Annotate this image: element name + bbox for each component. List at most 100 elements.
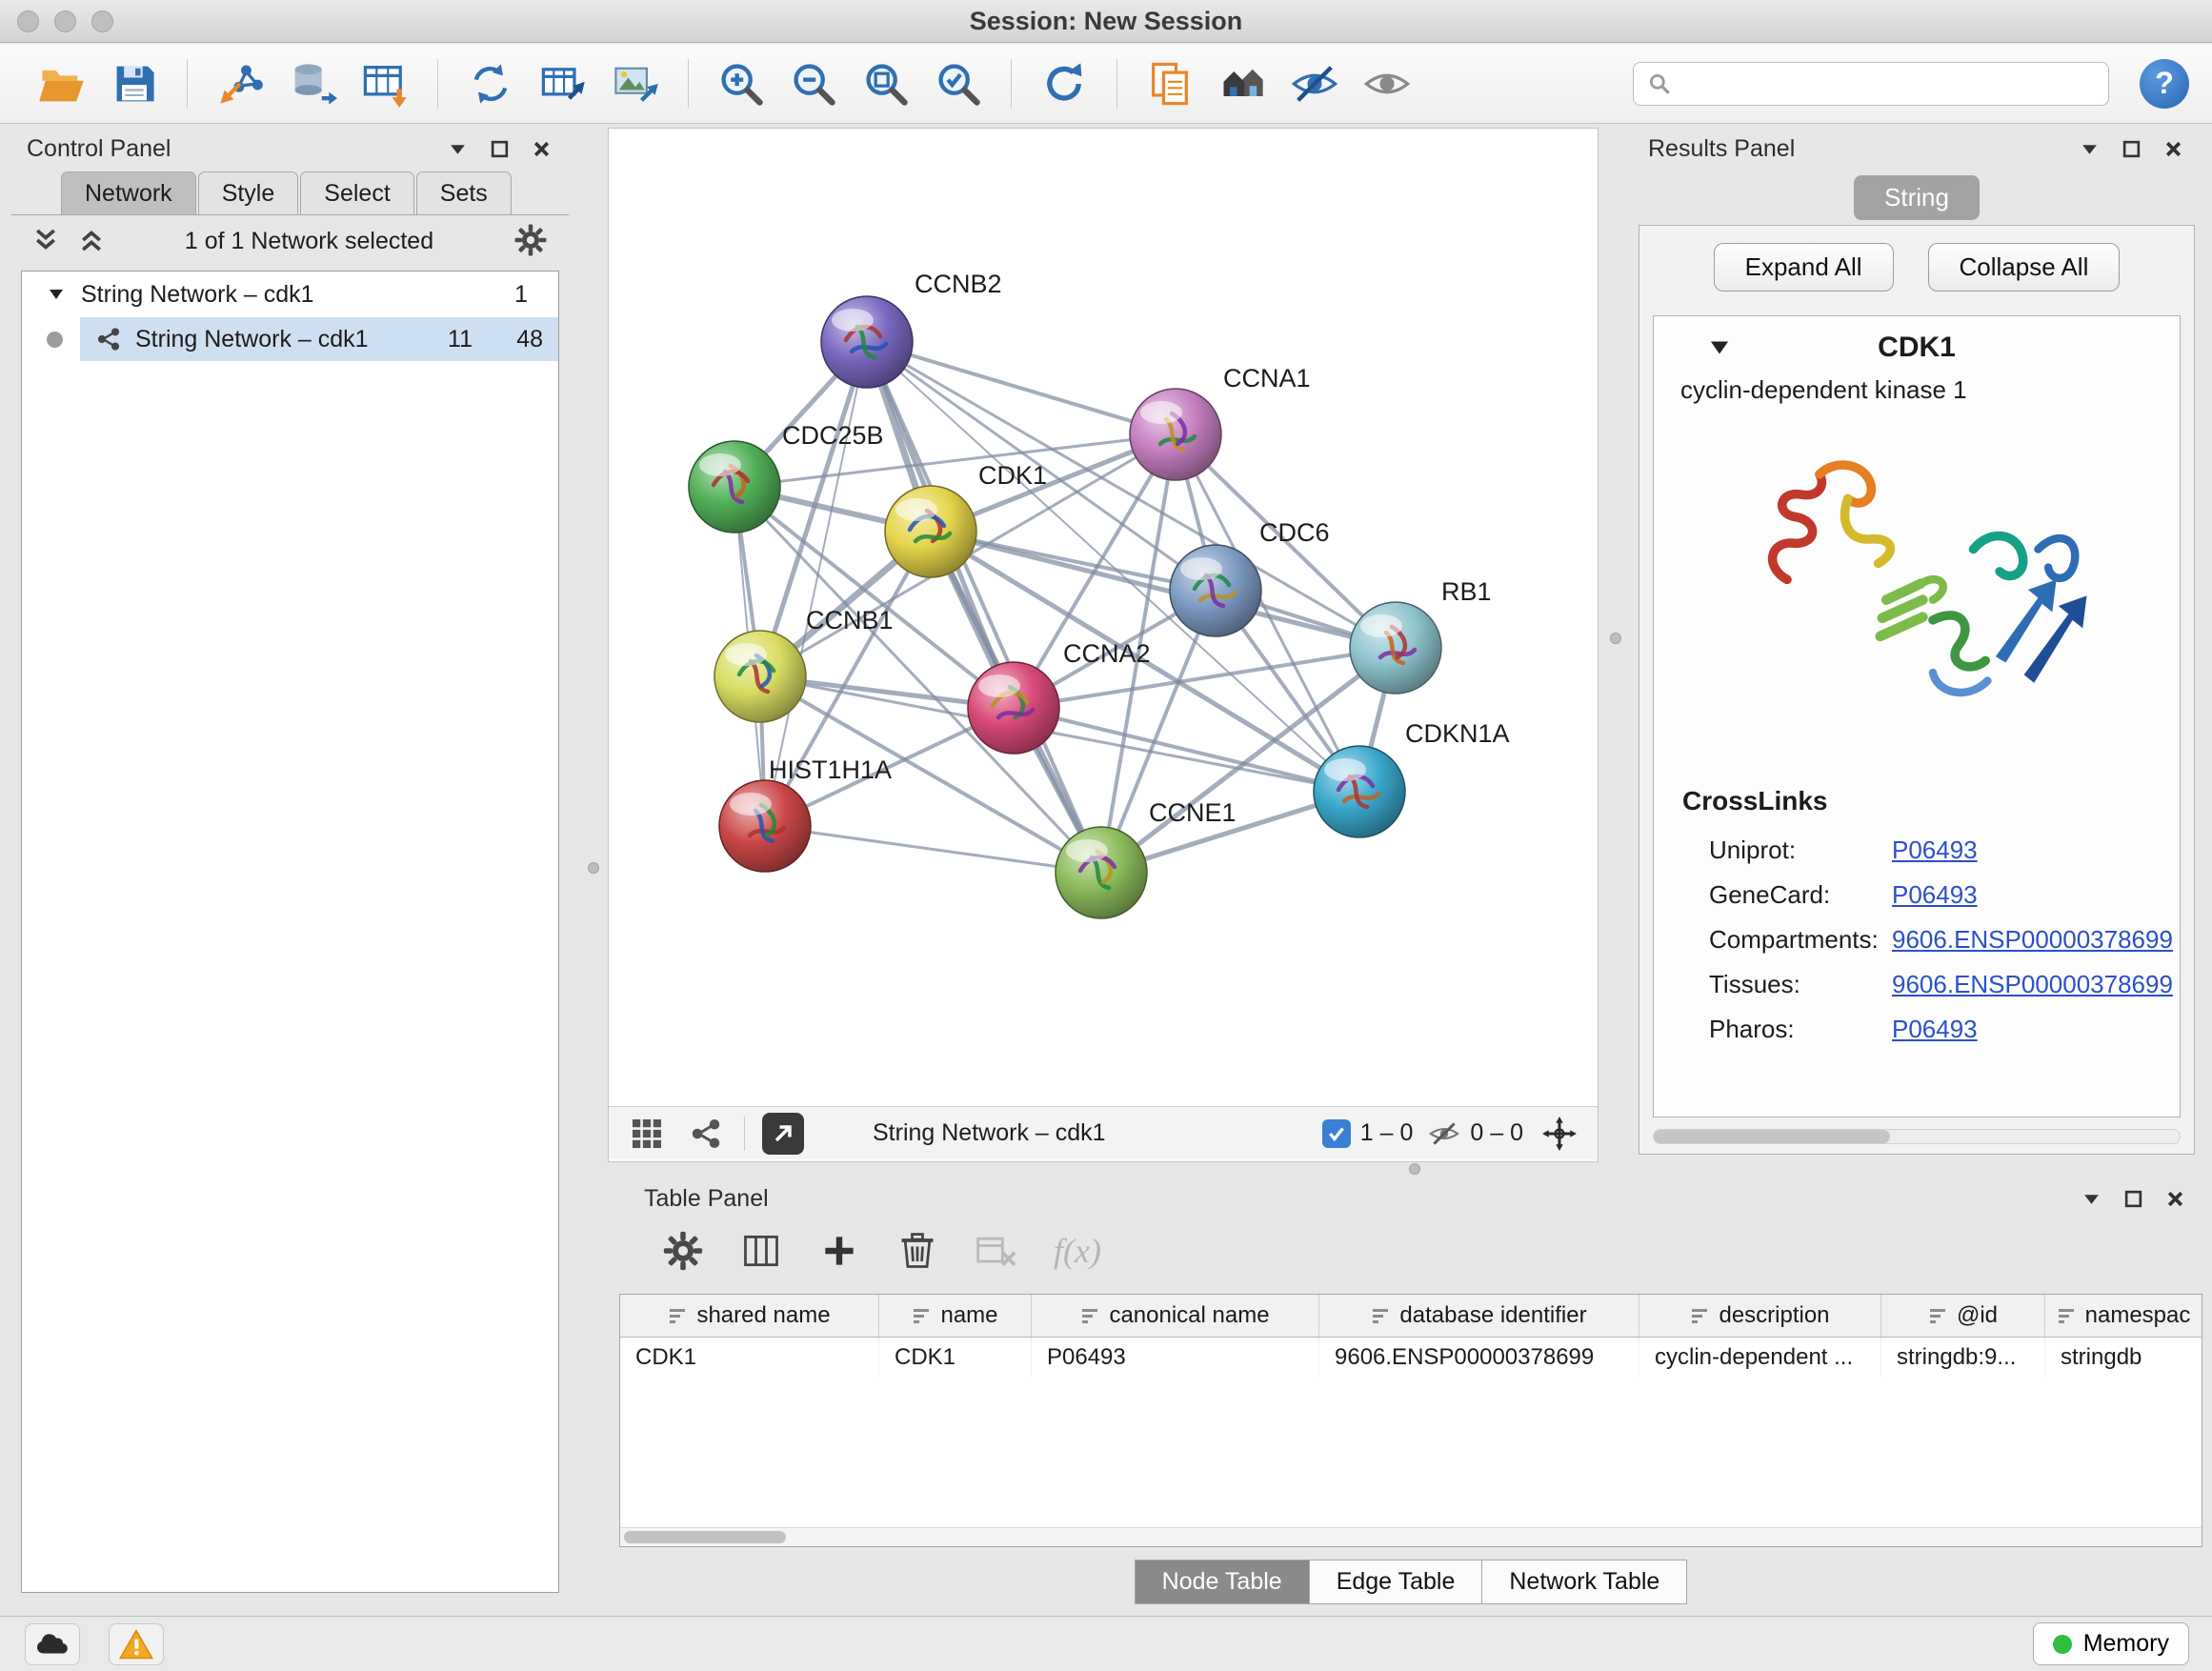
delete-table-button[interactable] [968, 1223, 1023, 1278]
save-session-button[interactable] [103, 52, 166, 115]
open-in-new-window-button[interactable] [762, 1113, 804, 1155]
zoom-fit-button[interactable] [855, 52, 917, 115]
crosslink-link[interactable]: 9606.ENSP00000378699 [1892, 970, 2173, 999]
close-window-button[interactable] [17, 10, 39, 32]
zoom-window-button[interactable] [91, 10, 113, 32]
float-panel-button[interactable] [2121, 1186, 2145, 1211]
network-collection-row[interactable]: String Network – cdk1 1 [22, 272, 558, 317]
import-network-from-file-button[interactable] [209, 52, 271, 115]
tab-sets[interactable]: Sets [416, 171, 512, 214]
network-edge[interactable] [765, 826, 1101, 873]
results-scrollbar[interactable] [1653, 1129, 2181, 1144]
zoom-in-button[interactable] [710, 52, 773, 115]
collapse-all-networks-button[interactable] [30, 226, 61, 256]
crosslink-link[interactable]: P06493 [1892, 836, 1978, 865]
tab-node-table[interactable]: Node Table [1135, 1560, 1310, 1604]
splitter-handle[interactable] [1610, 633, 1621, 644]
help-button[interactable]: ? [2140, 59, 2189, 109]
scrollbar-thumb[interactable] [624, 1531, 786, 1543]
table-cell[interactable]: stringdb:9... [1881, 1338, 2045, 1378]
cloud-button[interactable] [25, 1623, 80, 1665]
column-header-shared-name[interactable]: shared name [620, 1295, 879, 1337]
tab-network[interactable]: Network [61, 171, 196, 214]
tab-network-table[interactable]: Network Table [1482, 1560, 1687, 1604]
expand-all-networks-button[interactable] [76, 226, 107, 256]
splitter-handle[interactable] [588, 862, 599, 874]
string-app-button[interactable] [685, 1113, 727, 1155]
collapse-panel-button[interactable] [2077, 136, 2101, 161]
add-column-button[interactable] [812, 1223, 867, 1278]
open-session-button[interactable] [30, 52, 93, 115]
copy-document-button[interactable] [1138, 52, 1201, 115]
tab-edge-table[interactable]: Edge Table [1310, 1560, 1483, 1604]
network-edge[interactable] [765, 342, 867, 826]
network-edge[interactable] [867, 342, 1101, 873]
float-panel-button[interactable] [487, 136, 512, 161]
table-cell[interactable]: stringdb [2045, 1338, 2202, 1378]
table-cell[interactable]: CDK1 [879, 1338, 1032, 1378]
tab-string[interactable]: String [1854, 175, 1980, 220]
network-node-rb1[interactable]: RB1 [1350, 577, 1492, 694]
tab-style[interactable]: Style [198, 171, 299, 214]
show-all-button[interactable] [1356, 52, 1418, 115]
zoom-out-button[interactable] [782, 52, 845, 115]
function-builder-button[interactable]: f(x) [1046, 1223, 1101, 1278]
collapse-panel-button[interactable] [445, 136, 470, 161]
warnings-button[interactable] [109, 1623, 164, 1665]
import-network-from-database-button[interactable] [281, 52, 344, 115]
selected-checkbox-icon[interactable] [1322, 1119, 1351, 1148]
export-table-button[interactable] [532, 52, 594, 115]
export-image-button[interactable] [604, 52, 667, 115]
network-node-cdk1[interactable]: CDK1 [885, 461, 1047, 577]
splitter-handle[interactable] [1409, 1163, 1420, 1175]
network-node-ccnb1[interactable]: CCNB1 [714, 606, 894, 722]
network-row[interactable]: String Network – cdk1 11 48 [22, 317, 558, 361]
show-columns-button[interactable] [734, 1223, 789, 1278]
column-header-database-identifier[interactable]: database identifier [1319, 1295, 1639, 1337]
table-cell[interactable]: CDK1 [620, 1338, 879, 1378]
zoom-selected-button[interactable] [927, 52, 990, 115]
network-options-button[interactable] [512, 222, 550, 260]
network-graph[interactable]: CCNB2CCNA1CDC25BCDK1CDC6RB1CCNB1CCNA2CDK… [609, 129, 1598, 1106]
refresh-view-button[interactable] [1033, 52, 1096, 115]
network-node-cdkn1a[interactable]: CDKN1A [1314, 719, 1510, 837]
export-network-button[interactable] [459, 52, 522, 115]
collapse-protein-button[interactable] [1707, 335, 1732, 360]
hide-selected-button[interactable] [1283, 52, 1346, 115]
float-panel-button[interactable] [2119, 136, 2143, 161]
close-panel-button[interactable] [2162, 1186, 2187, 1211]
delete-column-button[interactable] [890, 1223, 945, 1278]
table-horizontal-scrollbar[interactable] [620, 1527, 2202, 1546]
column-header-description[interactable]: description [1639, 1295, 1881, 1337]
crosslink-link[interactable]: 9606.ENSP00000378699 [1892, 925, 2173, 955]
overview-button[interactable] [626, 1113, 668, 1155]
collapse-panel-button[interactable] [2079, 1186, 2103, 1211]
search-input[interactable] [1681, 69, 2095, 98]
scrollbar-thumb[interactable] [1654, 1130, 1890, 1143]
expand-all-button[interactable]: Expand All [1714, 243, 1894, 292]
network-node-ccnb2[interactable]: CCNB2 [821, 270, 1002, 388]
column-header-namespace[interactable]: namespac [2045, 1295, 2202, 1337]
close-panel-button[interactable] [2161, 136, 2185, 161]
network-edge[interactable] [931, 532, 1396, 648]
tab-select[interactable]: Select [300, 171, 413, 214]
network-node-ccna1[interactable]: CCNA1 [1130, 364, 1311, 480]
table-cell[interactable]: P06493 [1032, 1338, 1319, 1378]
minimize-window-button[interactable] [54, 10, 76, 32]
table-options-button[interactable] [655, 1223, 711, 1278]
table-cell[interactable]: cyclin-dependent ... [1639, 1338, 1881, 1378]
close-panel-button[interactable] [529, 136, 553, 161]
neighbors-button[interactable] [1211, 52, 1274, 115]
network-node-hist1h1a[interactable]: HIST1H1A [719, 755, 892, 872]
column-header-canonical-name[interactable]: canonical name [1032, 1295, 1319, 1337]
fit-selected-button[interactable] [1538, 1113, 1580, 1155]
memory-button[interactable]: Memory [2033, 1622, 2189, 1665]
crosslink-link[interactable]: P06493 [1892, 880, 1978, 910]
table-row[interactable]: CDK1 CDK1 P06493 9606.ENSP00000378699 cy… [620, 1338, 2202, 1378]
crosslink-link[interactable]: P06493 [1892, 1015, 1978, 1044]
column-header-id[interactable]: @id [1881, 1295, 2045, 1337]
network-edge[interactable] [867, 342, 1176, 434]
collapse-all-button[interactable]: Collapse All [1928, 243, 2121, 292]
table-cell[interactable]: 9606.ENSP00000378699 [1319, 1338, 1639, 1378]
column-header-name[interactable]: name [879, 1295, 1032, 1337]
